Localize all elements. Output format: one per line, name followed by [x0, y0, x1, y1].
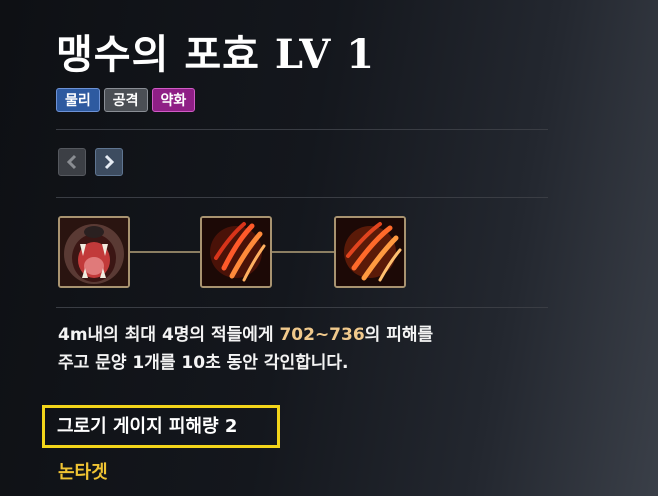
tag-physical: 물리	[56, 88, 100, 112]
prev-button[interactable]	[58, 148, 86, 176]
beast-roar-icon	[60, 218, 128, 286]
chevron-left-icon	[66, 154, 77, 170]
divider-top	[56, 129, 548, 130]
skill-title: 맹수의 포효 LV 1	[56, 31, 376, 78]
skill-slot-slash-1[interactable]	[200, 216, 272, 288]
skill-description: 4m내의 최대 4명의 적들에게 702~736의 피해를 주고 문양 1개를 …	[58, 321, 558, 377]
chevron-right-icon	[104, 154, 115, 170]
description-text: 주고 문양 1개를 10초 동안 각인합니다.	[58, 353, 349, 373]
chain-connector	[272, 251, 334, 253]
next-button[interactable]	[95, 148, 123, 176]
stagger-damage-stat: 그로기 게이지 피해량 2	[42, 405, 280, 448]
divider-bottom	[56, 307, 548, 308]
description-text: 4m내의 최대 4명의 적들에게	[58, 325, 280, 345]
tag-attack: 공격	[103, 88, 148, 112]
description-text: 의 피해를	[364, 325, 434, 345]
target-type-label: 논타겟	[58, 462, 108, 483]
damage-value: 702~736	[279, 325, 365, 345]
claw-slash-icon	[336, 218, 404, 286]
divider-middle	[56, 197, 548, 198]
chain-connector	[130, 251, 200, 253]
skill-slot-slash-2[interactable]	[334, 216, 406, 288]
skill-slot-roar[interactable]	[58, 216, 130, 288]
tag-weaken: 약화	[151, 88, 196, 112]
claw-slash-icon	[202, 218, 270, 286]
skill-tags: 물리 공격 약화	[56, 88, 196, 112]
